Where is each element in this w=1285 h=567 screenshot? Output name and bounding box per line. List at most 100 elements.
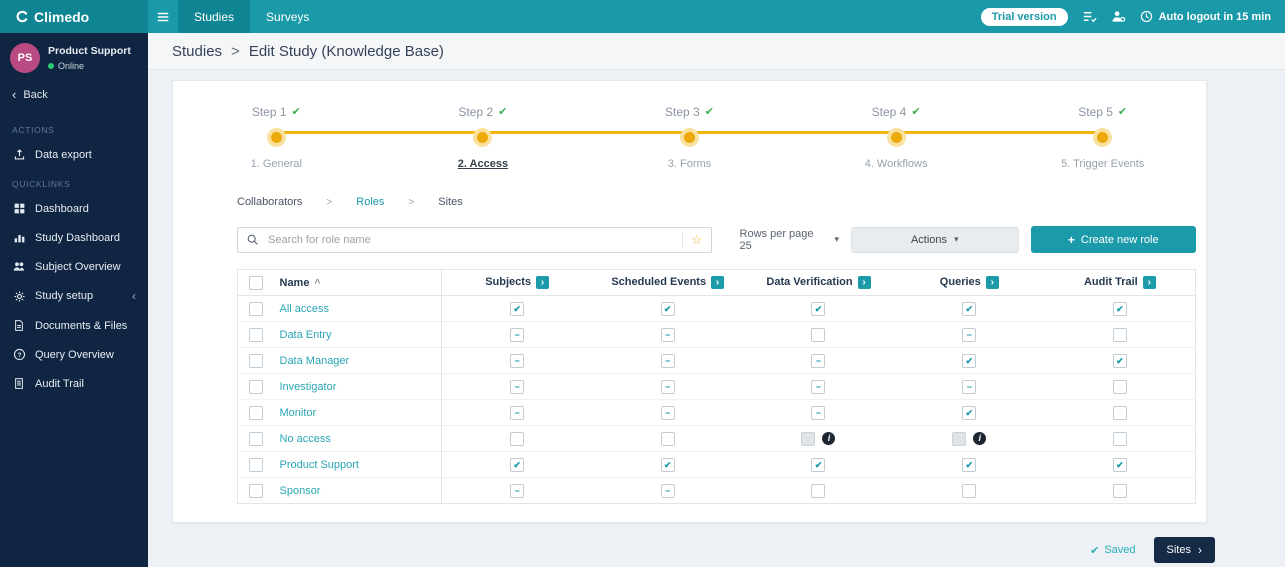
permission-checkbox-scheduled-events[interactable]: ✔: [660, 457, 675, 472]
breadcrumb-studies[interactable]: Studies: [172, 43, 222, 60]
favorite-filter-star-icon[interactable]: ☆: [681, 231, 703, 248]
role-name-link[interactable]: Data Manager: [280, 355, 350, 367]
role-name-link[interactable]: No access: [280, 433, 331, 445]
permission-checkbox-data-verification[interactable]: −: [811, 405, 826, 420]
permission-checkbox-scheduled-events[interactable]: −: [660, 405, 675, 420]
sites-next-button[interactable]: Sites ›: [1153, 537, 1215, 563]
permission-checkbox-data-verification[interactable]: [811, 327, 826, 342]
permission-checkbox-scheduled-events[interactable]: [660, 431, 675, 446]
column-header-subjects[interactable]: Subjects ›: [441, 269, 593, 296]
rows-per-page-select[interactable]: Rows per page 25 ▾: [740, 228, 840, 252]
row-select-checkbox[interactable]: [248, 353, 263, 368]
column-header-audit-trail[interactable]: Audit Trail ›: [1044, 269, 1196, 296]
column-header-queries[interactable]: Queries ›: [893, 269, 1045, 296]
column-header-scheduled-events[interactable]: Scheduled Events ›: [592, 269, 744, 296]
permission-checkbox-subjects[interactable]: −: [510, 405, 525, 420]
permission-checkbox-subjects[interactable]: ✔: [510, 301, 525, 316]
sidebar-item-data-export[interactable]: Data export: [0, 140, 148, 169]
permission-checkbox-data-verification[interactable]: ✔: [811, 301, 826, 316]
select-all-checkbox[interactable]: [248, 275, 263, 290]
permission-checkbox-queries[interactable]: ✔: [962, 457, 977, 472]
changelog-list-icon[interactable]: [1082, 9, 1097, 24]
permission-checkbox-audit-trail[interactable]: [1112, 483, 1127, 498]
permission-checkbox-subjects[interactable]: −: [510, 327, 525, 342]
permission-checkbox-subjects[interactable]: −: [510, 379, 525, 394]
column-detail-badge-icon[interactable]: ›: [711, 276, 725, 289]
subnav-tab-sites[interactable]: Sites: [438, 196, 462, 208]
back-button[interactable]: ‹ Back: [0, 85, 148, 115]
permission-checkbox-audit-trail[interactable]: ✔: [1112, 457, 1127, 472]
column-header-name[interactable]: Name ^: [273, 269, 442, 296]
role-name-link[interactable]: Data Entry: [280, 329, 332, 341]
sidebar-item-study-dashboard[interactable]: Study Dashboard: [0, 223, 148, 252]
subnav-tab-collaborators[interactable]: Collaborators: [237, 196, 302, 208]
sidebar-item-subject-overview[interactable]: Subject Overview: [0, 252, 148, 281]
row-select-checkbox[interactable]: [248, 457, 263, 472]
breadcrumb-separator: >: [231, 42, 240, 60]
permission-checkbox-audit-trail[interactable]: [1112, 327, 1127, 342]
user-profile[interactable]: PS Product Support Online: [0, 33, 148, 85]
column-detail-badge-icon[interactable]: ›: [857, 276, 871, 289]
permission-checkbox-subjects[interactable]: [510, 431, 525, 446]
permission-checkbox-subjects[interactable]: ✔: [510, 457, 525, 472]
role-name-link[interactable]: Sponsor: [280, 485, 321, 497]
column-header-data-verification[interactable]: Data Verification ›: [743, 269, 894, 296]
sidebar-item-audit-trail[interactable]: Audit Trail: [0, 369, 148, 398]
stepper-step-step-3[interactable]: Step 3 ✔ 3. Forms: [586, 101, 793, 171]
stepper-step-step-1[interactable]: Step 1 ✔ 1. General: [173, 101, 380, 171]
sidebar-item-documents-files[interactable]: Documents & Files: [0, 311, 148, 340]
row-select-checkbox[interactable]: [248, 301, 263, 316]
row-select-checkbox[interactable]: [248, 327, 263, 342]
permission-checkbox-scheduled-events[interactable]: −: [660, 379, 675, 394]
info-icon[interactable]: i: [973, 432, 987, 445]
stepper-step-step-2[interactable]: Step 2 ✔ 2. Access: [380, 101, 587, 171]
permission-checkbox-scheduled-events[interactable]: −: [660, 327, 675, 342]
column-detail-badge-icon[interactable]: ›: [1142, 276, 1156, 289]
column-detail-badge-icon[interactable]: ›: [985, 276, 999, 289]
permission-checkbox-scheduled-events[interactable]: ✔: [660, 301, 675, 316]
search-input[interactable]: [266, 232, 675, 247]
permission-checkbox-audit-trail[interactable]: [1112, 431, 1127, 446]
tab-studies[interactable]: Studies: [178, 0, 251, 33]
create-new-role-button[interactable]: + Create new role: [1030, 226, 1196, 253]
hamburger-menu-icon[interactable]: [148, 0, 178, 33]
permission-checkbox-audit-trail[interactable]: ✔: [1112, 301, 1127, 316]
permission-checkbox-queries[interactable]: [962, 483, 977, 498]
stepper-step-step-4[interactable]: Step 4 ✔ 4. Workflows: [793, 101, 1000, 171]
permission-checkbox-scheduled-events[interactable]: −: [660, 483, 675, 498]
column-detail-badge-icon[interactable]: ›: [536, 276, 550, 289]
row-select-checkbox[interactable]: [248, 483, 263, 498]
permission-checkbox-scheduled-events[interactable]: −: [660, 353, 675, 368]
permission-checkbox-audit-trail[interactable]: ✔: [1112, 353, 1127, 368]
permission-checkbox-data-verification[interactable]: −: [811, 379, 826, 394]
permission-checkbox-data-verification[interactable]: −: [811, 353, 826, 368]
permission-checkbox-audit-trail[interactable]: [1112, 379, 1127, 394]
permission-checkbox-subjects[interactable]: −: [510, 353, 525, 368]
subnav-tab-roles[interactable]: Roles: [356, 196, 384, 208]
sidebar-item-study-setup[interactable]: Study setup ‹: [0, 281, 148, 311]
sidebar-item-query-overview[interactable]: ? Query Overview: [0, 340, 148, 369]
sidebar-item-dashboard[interactable]: Dashboard: [0, 194, 148, 223]
permission-checkbox-queries[interactable]: ✔: [962, 301, 977, 316]
actions-button[interactable]: Actions ▾: [851, 226, 1019, 253]
permission-checkbox-queries[interactable]: ✔: [962, 353, 977, 368]
permission-checkbox-data-verification[interactable]: ✔: [811, 457, 826, 472]
permission-checkbox-data-verification[interactable]: [811, 483, 826, 498]
row-select-checkbox[interactable]: [248, 379, 263, 394]
user-management-icon[interactable]: [1111, 9, 1126, 24]
row-select-checkbox[interactable]: [248, 431, 263, 446]
role-name-link[interactable]: All access: [280, 303, 330, 315]
access-subnav: Collaborators > Roles > Sites: [237, 196, 1196, 208]
tab-surveys[interactable]: Surveys: [250, 0, 325, 33]
permission-checkbox-queries[interactable]: ✔: [962, 405, 977, 420]
permission-checkbox-subjects[interactable]: −: [510, 483, 525, 498]
role-name-link[interactable]: Investigator: [280, 381, 337, 393]
info-icon[interactable]: i: [822, 432, 836, 445]
permission-checkbox-audit-trail[interactable]: [1112, 405, 1127, 420]
permission-checkbox-queries[interactable]: −: [962, 379, 977, 394]
permission-checkbox-queries[interactable]: −: [962, 327, 977, 342]
role-name-link[interactable]: Monitor: [280, 407, 317, 419]
row-select-checkbox[interactable]: [248, 405, 263, 420]
stepper-step-step-5[interactable]: Step 5 ✔ 5. Trigger Events: [999, 101, 1206, 171]
role-name-link[interactable]: Product Support: [280, 459, 360, 471]
